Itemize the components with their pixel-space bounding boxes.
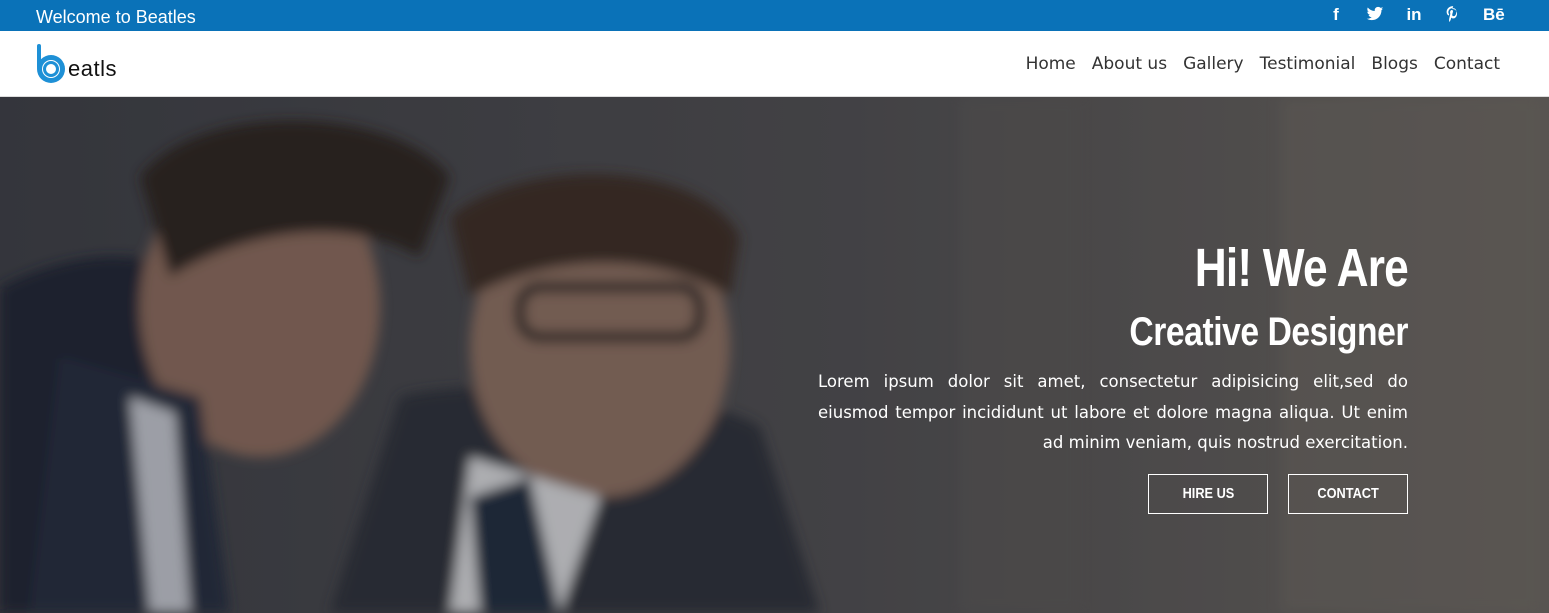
logo-text: eatls — [68, 56, 117, 81]
logo-icon — [37, 44, 65, 83]
social-links: f in Bē — [1327, 5, 1505, 25]
hero-subtitle: Creative Designer — [1129, 310, 1408, 354]
welcome-text: Welcome to Beatles — [36, 7, 196, 27]
nav-gallery[interactable]: Gallery — [1183, 53, 1244, 75]
hero-buttons: HIRE US CONTACT — [1148, 474, 1408, 514]
top-bar: Welcome to Beatles f in Bē — [0, 0, 1549, 31]
nav-about-us[interactable]: About us — [1092, 53, 1167, 75]
behance-icon[interactable]: Bē — [1483, 5, 1505, 25]
nav-contact[interactable]: Contact — [1434, 53, 1500, 75]
hero-text-block: Hi! We Are Creative Designer Lorem ipsum… — [818, 237, 1409, 459]
contact-button[interactable]: CONTACT — [1288, 474, 1408, 514]
main-menu: Home About us Gallery Testimonial Blogs … — [1026, 53, 1500, 75]
hire-us-label: HIRE US — [1182, 485, 1234, 502]
twitter-icon[interactable] — [1366, 5, 1384, 25]
hero-section: Hi! We Are Creative Designer Lorem ipsum… — [0, 97, 1549, 613]
pinterest-icon[interactable] — [1444, 5, 1462, 25]
linkedin-icon[interactable]: in — [1405, 5, 1423, 25]
nav-home[interactable]: Home — [1026, 53, 1076, 75]
hero-description: Lorem ipsum dolor sit amet, consectetur … — [818, 372, 1408, 452]
nav-testimonial[interactable]: Testimonial — [1260, 53, 1356, 75]
hire-us-button[interactable]: HIRE US — [1148, 474, 1268, 514]
nav-blogs[interactable]: Blogs — [1371, 53, 1417, 75]
main-navbar: eatls Home About us Gallery Testimonial … — [0, 31, 1549, 97]
hero-title: Hi! We Are — [1194, 238, 1409, 298]
beatls-logo[interactable]: eatls — [34, 43, 124, 85]
facebook-icon[interactable]: f — [1327, 5, 1345, 25]
contact-label: CONTACT — [1317, 485, 1379, 502]
